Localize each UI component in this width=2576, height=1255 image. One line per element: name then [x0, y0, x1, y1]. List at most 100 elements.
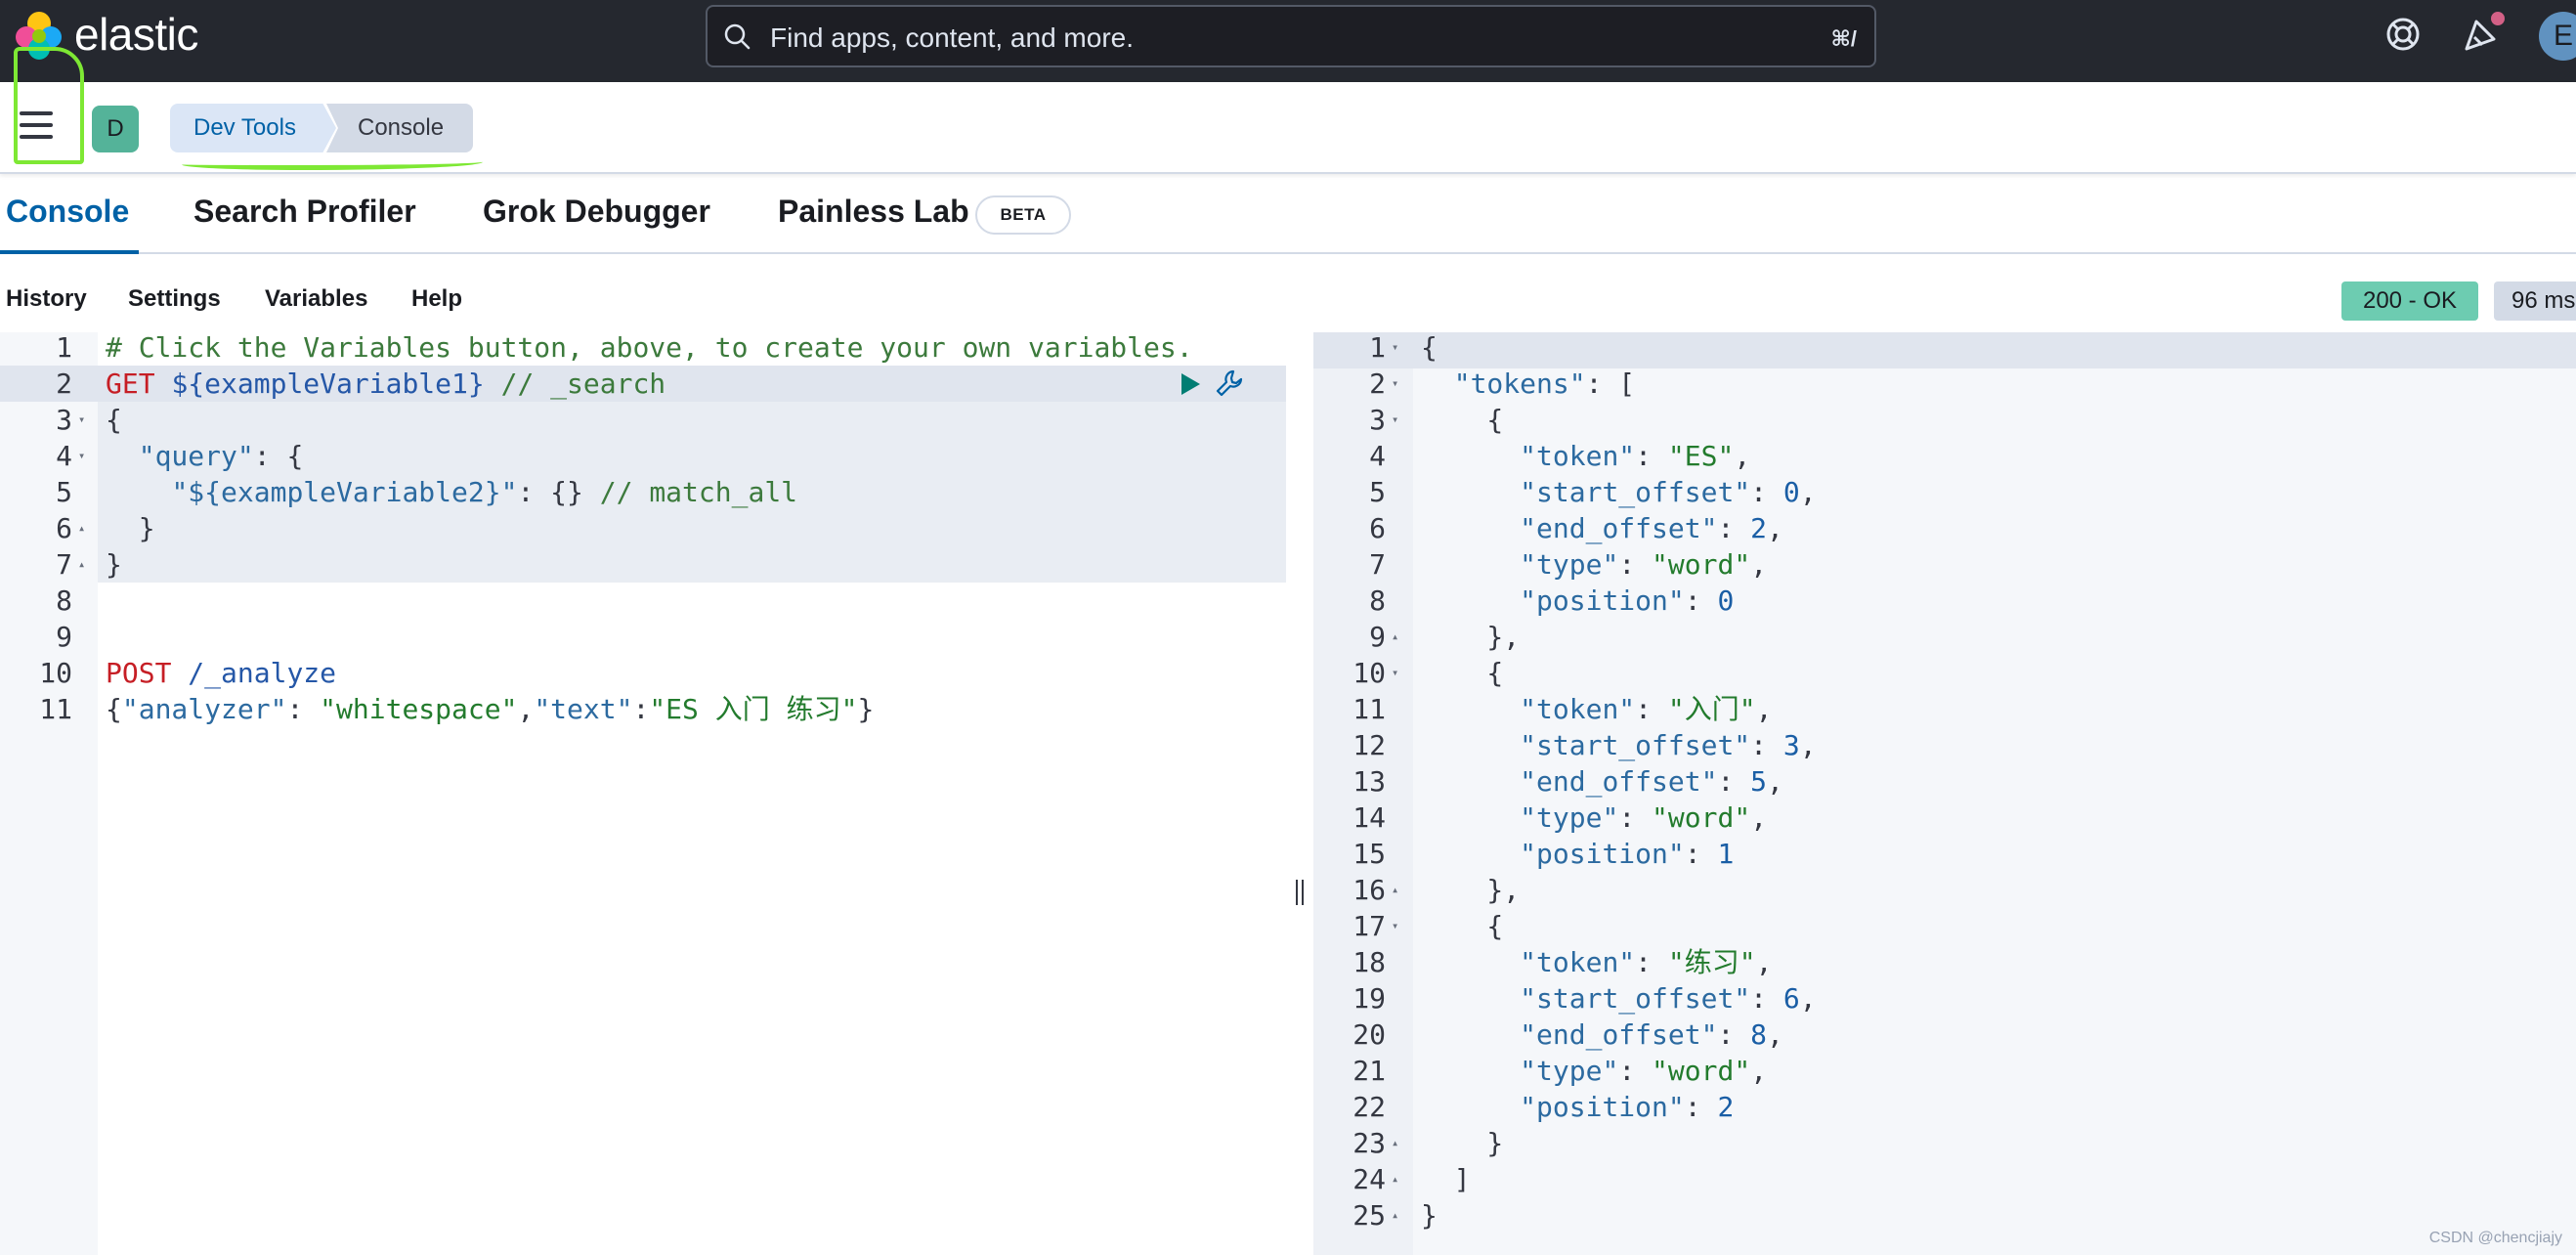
response-line-number: 8 — [1369, 584, 1386, 617]
request-time-badge: 96 ms — [2494, 281, 2576, 321]
response-line-number: 9 — [1369, 621, 1386, 653]
help-icon[interactable] — [2384, 16, 2422, 53]
response-code-line: "start_offset": 0, — [1520, 476, 1817, 508]
fold-toggle-icon[interactable]: ▴ — [1392, 619, 1405, 655]
response-line-number: 24 — [1352, 1163, 1386, 1195]
response-code-line: { — [1421, 331, 1438, 364]
response-code-line: { — [1421, 657, 1504, 689]
tab-painless-lab[interactable]: Painless Lab — [778, 194, 969, 230]
global-search[interactable]: Find apps, content, and more. ⌘/ — [706, 5, 1876, 67]
tab-search-profiler[interactable]: Search Profiler — [193, 194, 416, 230]
response-code-line: } — [1421, 1199, 1438, 1232]
fold-toggle-icon[interactable]: ▾ — [78, 402, 92, 438]
response-code-line: "start_offset": 6, — [1520, 982, 1817, 1015]
status-badge: 200 - OK — [2341, 281, 2478, 321]
annotation-mark-menu — [14, 47, 84, 164]
response-code-line: { — [1421, 404, 1504, 436]
history-button[interactable]: History — [6, 285, 87, 313]
run-icon[interactable] — [1179, 371, 1202, 397]
wrench-icon[interactable] — [1214, 368, 1245, 399]
response-code-line: "start_offset": 3, — [1520, 729, 1817, 761]
response-line-number: 11 — [1352, 693, 1386, 725]
response-line-number: 6 — [1369, 512, 1386, 544]
request-line-number: 3 — [56, 404, 72, 436]
help-button[interactable]: Help — [411, 285, 462, 313]
fold-toggle-icon[interactable]: ▴ — [1392, 1125, 1405, 1161]
request-code-line: } — [106, 548, 122, 581]
breadcrumb-dev-tools[interactable]: Dev Tools — [170, 104, 336, 152]
fold-toggle-icon[interactable]: ▴ — [1392, 872, 1405, 908]
response-line-number: 4 — [1369, 440, 1386, 472]
active-tab-indicator — [0, 250, 139, 254]
response-code-line: "token": "练习", — [1520, 946, 1773, 978]
request-code-line: "query": { — [138, 440, 304, 472]
request-line-number: 7 — [56, 548, 72, 581]
fold-toggle-icon[interactable]: ▴ — [1392, 1161, 1405, 1197]
breadcrumb-console: Console — [326, 104, 473, 152]
devtools-tabs: Console Search Profiler Grok Debugger Pa… — [0, 174, 2576, 254]
response-code-line: "type": "word", — [1520, 548, 1768, 581]
response-code-line: "type": "word", — [1520, 1055, 1768, 1087]
request-code-line: # Click the Variables button, above, to … — [106, 331, 1193, 364]
response-line-number: 25 — [1352, 1199, 1386, 1232]
response-code-line: } — [1421, 1127, 1504, 1159]
user-avatar[interactable]: E — [2539, 12, 2576, 61]
response-active-line — [1313, 332, 2576, 368]
fold-toggle-icon[interactable]: ▴ — [1392, 1197, 1405, 1233]
tab-console[interactable]: Console — [6, 194, 129, 230]
fold-toggle-icon[interactable]: ▴ — [78, 546, 92, 583]
request-line-number: 4 — [56, 440, 72, 472]
response-line-number: 12 — [1352, 729, 1386, 761]
response-code-line: "token": "ES", — [1520, 440, 1751, 472]
response-line-number: 1 — [1369, 331, 1386, 364]
fold-toggle-icon[interactable]: ▾ — [1392, 655, 1405, 691]
response-code-line: "end_offset": 2, — [1520, 512, 1783, 544]
response-line-number: 23 — [1352, 1127, 1386, 1159]
request-code-line: "${exampleVariable2}": {} // match_all — [171, 476, 798, 508]
fold-toggle-icon[interactable]: ▾ — [78, 438, 92, 474]
request-line-number: 8 — [56, 584, 72, 617]
splitter-handle-icon[interactable] — [1296, 880, 1304, 905]
fold-toggle-icon[interactable]: ▾ — [1392, 329, 1405, 366]
response-line-number: 17 — [1352, 910, 1386, 942]
search-icon — [724, 23, 751, 50]
request-code-line: {"analyzer": "whitespace","text":"ES 入门 … — [106, 693, 875, 725]
watermark: CSDN @chencjiajy — [2428, 1230, 2562, 1246]
response-line-number: 3 — [1369, 404, 1386, 436]
response-line-number: 14 — [1352, 801, 1386, 834]
response-line-number: 15 — [1352, 838, 1386, 870]
response-code-line: { — [1421, 910, 1504, 942]
fold-toggle-icon[interactable]: ▴ — [78, 510, 92, 546]
space-avatar[interactable]: D — [92, 106, 139, 152]
request-editor[interactable]: 1 # Click the Variables button, above, to… — [0, 331, 1286, 1255]
request-code-line: POST /_analyze — [106, 657, 337, 689]
variables-button[interactable]: Variables — [265, 285, 367, 313]
response-line-number: 10 — [1352, 657, 1386, 689]
request-line-number: 5 — [56, 476, 72, 508]
response-line-number: 20 — [1352, 1018, 1386, 1051]
request-line-number: 9 — [56, 621, 72, 653]
fold-toggle-icon[interactable]: ▾ — [1392, 402, 1405, 438]
brand-name[interactable]: elastic — [74, 8, 198, 61]
response-code-line: }, — [1421, 621, 1521, 653]
settings-button[interactable]: Settings — [128, 285, 221, 313]
request-line-number: 6 — [56, 512, 72, 544]
response-code-line: "end_offset": 5, — [1520, 765, 1783, 798]
request-line-number: 2 — [56, 368, 72, 400]
response-editor[interactable]: 1 ▾{2 ▾ "tokens": [3 ▾ {4 "token": "ES", 5 "… — [1313, 329, 2576, 1255]
response-code-line: "position": 2 — [1520, 1091, 1735, 1123]
response-line-number: 18 — [1352, 946, 1386, 978]
request-code-line: } — [106, 512, 155, 544]
response-code-line: ] — [1421, 1163, 1471, 1195]
search-input[interactable]: Find apps, content, and more. — [770, 22, 1134, 54]
fold-toggle-icon[interactable]: ▾ — [1392, 366, 1405, 402]
fold-toggle-icon[interactable]: ▾ — [1392, 908, 1405, 944]
request-line-number: 1 — [56, 331, 72, 364]
tab-grok-debugger[interactable]: Grok Debugger — [483, 194, 710, 230]
editor-splitter[interactable] — [1286, 332, 1313, 1255]
request-line-number: 10 — [39, 657, 72, 689]
response-line-number: 13 — [1352, 765, 1386, 798]
response-code-line: "token": "入门", — [1520, 693, 1773, 725]
response-code-line: "tokens": [ — [1453, 368, 1636, 400]
response-code-line: "position": 0 — [1520, 584, 1735, 617]
